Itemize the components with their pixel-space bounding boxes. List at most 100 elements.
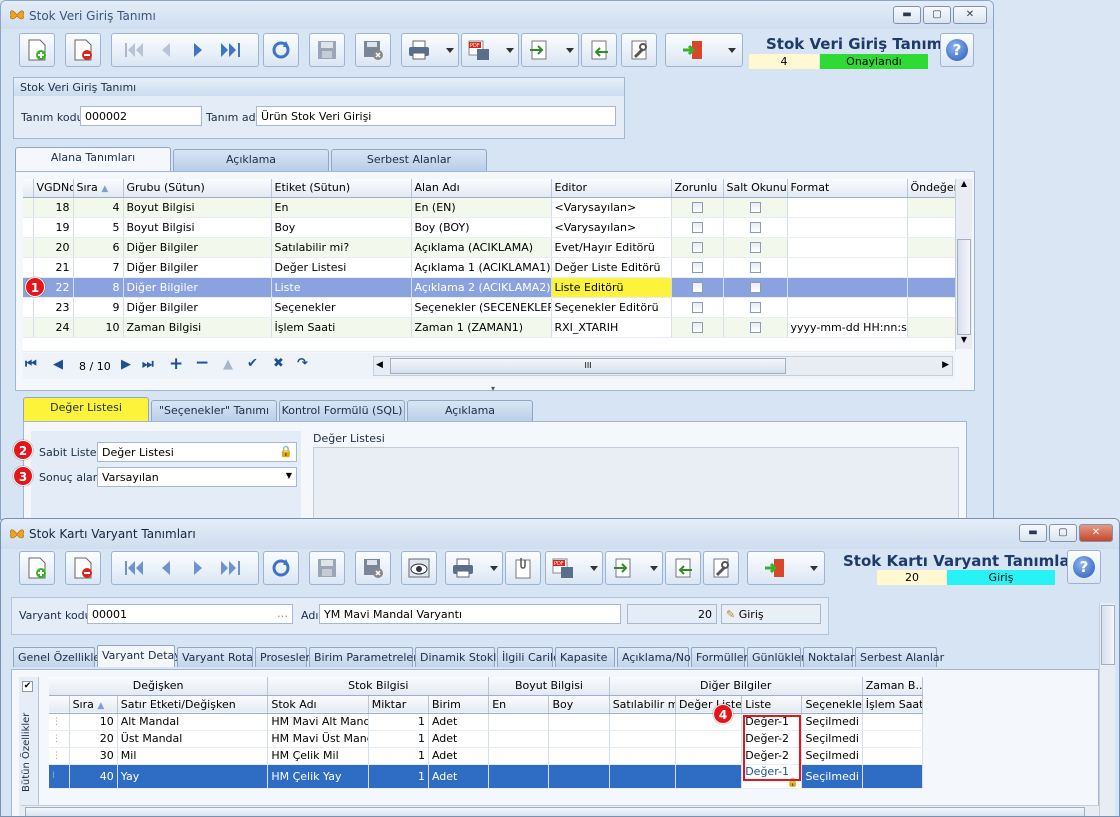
maximize-button[interactable]: ▢ [923, 6, 951, 24]
tab-günlükler[interactable]: Günlükler [747, 647, 805, 667]
cell-ondeger[interactable] [907, 217, 956, 238]
import-button[interactable] [581, 33, 617, 67]
col-liste[interactable]: Liste [741, 695, 803, 714]
nav-next-icon[interactable]: ▶ [121, 357, 131, 372]
cell-sira[interactable]: 30 [69, 747, 118, 765]
col-stok-adi[interactable]: Stok Adı [267, 695, 369, 714]
cell-sira[interactable]: 40 [69, 764, 118, 789]
cell-sira[interactable]: 5 [73, 217, 124, 238]
table-row[interactable]: 19 5 Boyut Bilgisi Boy Boy (BOY) <Varysayılan… [23, 217, 956, 238]
col-sira[interactable]: Sıra ▲ [73, 179, 124, 198]
cell-sira[interactable]: 6 [73, 237, 124, 258]
help-button[interactable]: ? [940, 33, 974, 67]
cell-sira[interactable]: 8 [73, 277, 124, 298]
col-boy[interactable]: Boy [548, 695, 610, 714]
cell-grubu[interactable]: Diğer Bilgiler [123, 257, 272, 278]
new-button[interactable] [19, 33, 55, 67]
row-indicator[interactable]: ⋮ [49, 713, 70, 731]
pdf-export-button[interactable]: PDF [461, 33, 519, 67]
tab-noktalar[interactable]: Noktalar [803, 647, 855, 667]
cell-alan-adi[interactable]: Açıklama 2 (ACIKLAMA2) [411, 277, 552, 298]
row-indicator[interactable] [23, 197, 34, 218]
cell-ondeger[interactable] [907, 237, 956, 258]
cell-salt-okunur[interactable] [723, 317, 788, 338]
nav-first-icon[interactable]: ⏮ [25, 357, 37, 372]
cell-ondeger[interactable] [907, 197, 956, 218]
cell-salt-okunur[interactable] [723, 197, 788, 218]
col-birim[interactable]: Birim [428, 695, 490, 714]
cell-salt-okunur[interactable] [723, 277, 788, 298]
col-satir-etiketi[interactable]: Satır Etketi/Değişken [117, 695, 269, 714]
tab-prosesler[interactable]: Prosesler [255, 647, 310, 667]
minimize-button[interactable]: ▬ [893, 6, 921, 24]
cell-satir-etiketi[interactable]: Üst Mandal [117, 730, 269, 748]
cell-sira[interactable]: 9 [73, 297, 124, 318]
tab-dinamik-stoklar[interactable]: Dinamik Stoklar [415, 647, 508, 667]
cell-editor[interactable]: Liste Editörü [551, 277, 672, 298]
tab-açıklama-not[interactable]: Açıklama/Not [617, 647, 695, 667]
band-degisken[interactable]: Değişken [49, 677, 269, 696]
cell-format[interactable] [787, 197, 908, 218]
window-hscroll-thumb[interactable] [25, 807, 1085, 816]
code-field[interactable]: 000002 [80, 106, 202, 126]
cell-satilabilir[interactable] [609, 713, 676, 731]
row-indicator[interactable]: ⋮ [49, 730, 70, 748]
cell-islem-saati[interactable] [862, 730, 924, 748]
cell-en[interactable] [488, 730, 550, 748]
cell-vgdno[interactable]: 23 [33, 297, 74, 318]
col-secenekler[interactable]: Seçenekler [801, 695, 863, 714]
cell-miktar[interactable]: 1 [368, 764, 429, 789]
cell-boy[interactable] [548, 713, 610, 731]
cell-birim[interactable]: Adet [428, 713, 490, 731]
band-zaman-bilgisi[interactable]: Zaman B... [862, 677, 924, 696]
refresh-button[interactable] [263, 33, 299, 67]
cell-satir-etiketi[interactable]: Mil [117, 747, 269, 765]
band-boyut-bilgisi[interactable]: Boyut Bilgisi [488, 677, 610, 696]
cell-editor[interactable]: <Varysayılan> [551, 217, 672, 238]
cell-etiket[interactable]: Seçenekler [271, 297, 412, 318]
cell-en[interactable] [488, 713, 550, 731]
cell-format[interactable] [787, 257, 908, 278]
delete-button[interactable] [65, 33, 101, 67]
save-close-button[interactable] [355, 33, 391, 67]
checkbox[interactable] [749, 302, 761, 313]
print-button[interactable] [401, 33, 459, 67]
cell-ondeger[interactable] [907, 297, 956, 318]
tab-birim-parametreleri[interactable]: Birim Parametreleri [309, 647, 421, 667]
cell-format[interactable]: yyyy-mm-dd HH:nn:ss [787, 317, 908, 338]
cell-birim[interactable]: Adet [428, 730, 490, 748]
export-button-2[interactable] [605, 551, 663, 585]
cell-satilabilir[interactable] [609, 730, 676, 748]
deger-listesi-memo[interactable] [313, 447, 959, 519]
cell-grubu[interactable]: Boyut Bilgisi [123, 197, 272, 218]
tab-aciklama-sub[interactable]: Açıklama [407, 400, 533, 422]
cell-format[interactable] [787, 297, 908, 318]
col-vgdno[interactable]: VGDNo [33, 179, 74, 198]
nav-refresh-icon[interactable]: ↷ [297, 356, 308, 371]
col-ondeger[interactable]: Öndeğer [907, 179, 956, 198]
nav-insert-icon[interactable]: + [169, 354, 183, 374]
checkbox[interactable] [691, 242, 703, 253]
row-indicator[interactable] [23, 237, 34, 258]
close-button[interactable]: ✕ [953, 6, 987, 24]
checkbox[interactable] [749, 222, 761, 233]
cell-stok-adi[interactable]: HM Mavi Alt Mandal [267, 713, 369, 731]
close-button-2[interactable]: ✕ [1079, 524, 1113, 542]
col-editor[interactable]: Editor [551, 179, 672, 198]
cell-deger-listesi[interactable] [675, 747, 743, 765]
checkbox[interactable] [749, 282, 761, 293]
scroll-left-icon[interactable]: ◀ [376, 360, 383, 370]
tab-kapasite[interactable]: Kapasite [555, 647, 615, 667]
cell-salt-okunur[interactable] [723, 257, 788, 278]
select-all-checkbox[interactable]: ✔ [22, 679, 33, 692]
sonuc-alani-select[interactable]: Varsayılan ▼ [97, 467, 297, 487]
previous-record-icon[interactable] [155, 559, 177, 577]
cell-satilabilir[interactable] [609, 764, 676, 789]
cell-boy[interactable] [548, 764, 610, 789]
ellipsis-icon[interactable]: … [277, 607, 288, 620]
cell-ondeger[interactable] [907, 277, 956, 298]
cell-islem-saati[interactable] [862, 747, 924, 765]
tab-serbest-alanlar[interactable]: Serbest Alanlar [855, 647, 944, 667]
variant-code-field[interactable]: 00001… [87, 604, 293, 624]
nav-delete-icon[interactable]: − [195, 353, 209, 373]
